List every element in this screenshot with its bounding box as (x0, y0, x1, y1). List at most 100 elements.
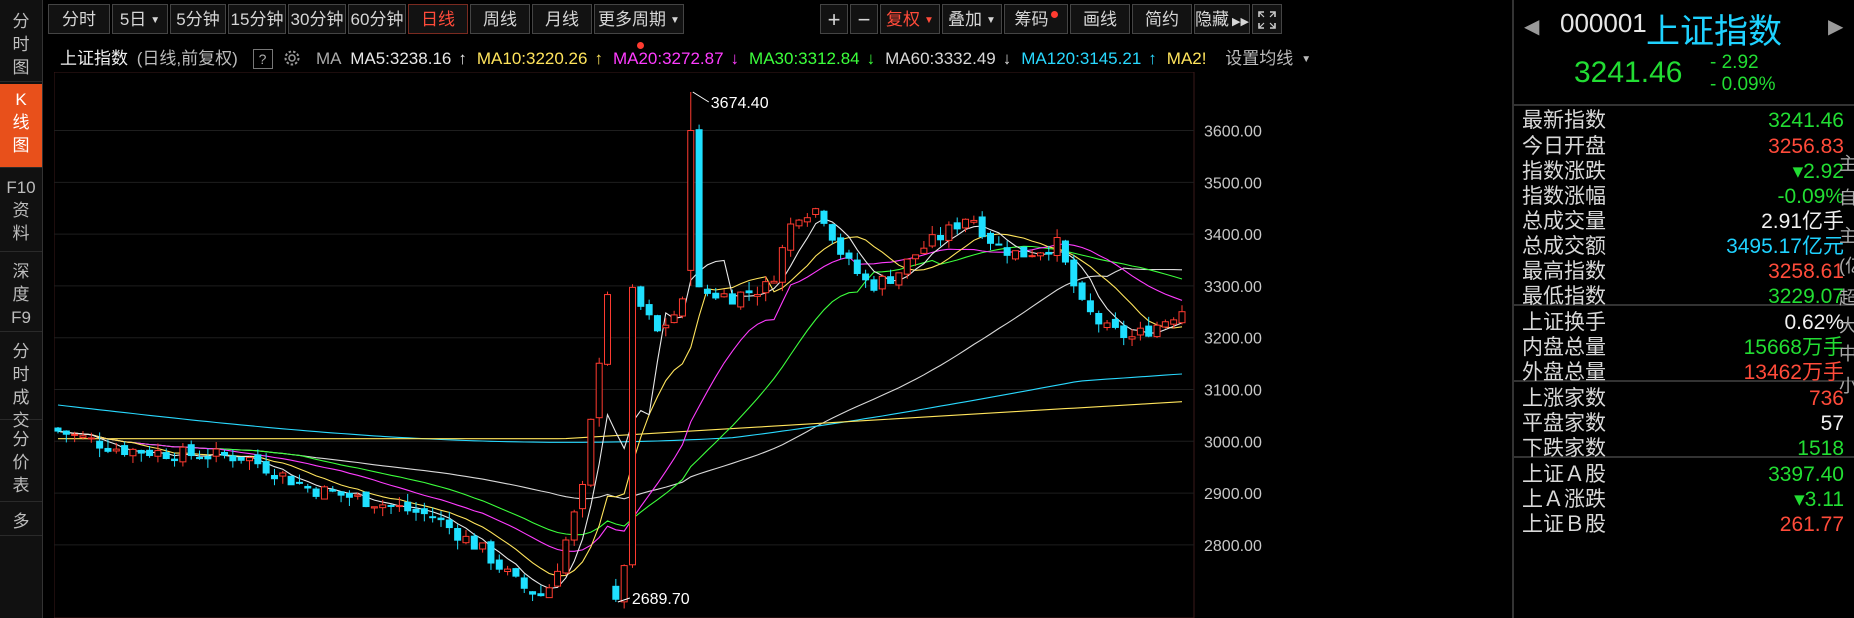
zoom-out-button[interactable]: − (850, 4, 878, 34)
triangle-right-icon[interactable]: ▶ (1828, 14, 1843, 39)
y-tick-label: 3400.00 (1204, 227, 1262, 244)
tab-5min[interactable]: 5分钟 (170, 4, 226, 34)
candle-body (129, 448, 137, 457)
candle-body (245, 457, 253, 462)
gear-icon[interactable] (283, 49, 301, 69)
candle-body (720, 293, 728, 298)
candle-body (745, 290, 753, 294)
ma-item-3: MA30:3312.84 ↓ (749, 49, 879, 69)
adjust-dropdown[interactable]: 复权 ▼ (880, 4, 940, 34)
candle-body (270, 475, 278, 480)
index-title: 上证指数 (1646, 13, 1782, 51)
candle-body (387, 504, 395, 507)
left-nav-char: 多 (12, 512, 30, 531)
tab-monthly[interactable]: 月线 (532, 4, 592, 34)
more-period-dropdown[interactable]: 更多周期 ▼ (594, 4, 684, 49)
tab-15min[interactable]: 15分钟 (228, 4, 286, 34)
candle-body (146, 449, 154, 457)
candle-body (96, 440, 104, 449)
edge-label: 主 (1839, 154, 1854, 174)
y-tick-label: 3000.00 (1204, 434, 1262, 451)
candle-body (812, 208, 820, 215)
left-nav-char: 资 (12, 201, 30, 220)
candle-body (653, 315, 661, 332)
y-tick-label: 2800.00 (1204, 538, 1262, 555)
candle-body (62, 430, 70, 435)
left-nav-char: 图 (12, 58, 30, 77)
candle-body (304, 485, 312, 489)
change-value: - 2.92 (1710, 52, 1759, 73)
candle-body (470, 535, 478, 550)
zoom-in-button[interactable]: + (820, 4, 848, 34)
candle-body (1128, 336, 1136, 340)
candle-body (703, 288, 711, 294)
fullscreen-button[interactable] (1252, 4, 1282, 34)
left-nav-item-5[interactable]: 分价表 (0, 424, 42, 502)
candle-body (970, 219, 978, 223)
candle-body (620, 565, 628, 603)
left-nav-item-6[interactable]: 多 (0, 506, 42, 536)
hide-button[interactable]: 隐藏 ▶▶ (1194, 4, 1250, 34)
triangle-left-icon[interactable]: ◀ (1524, 14, 1539, 39)
trend-arrow-icon: ↑ (1148, 49, 1157, 68)
candle-body (1061, 240, 1069, 263)
tab-weekly[interactable]: 周线 (470, 4, 530, 34)
y-tick-label: 2900.00 (1204, 486, 1262, 503)
candle-body (604, 294, 612, 365)
draw-line-button[interactable]: 画线 (1070, 4, 1130, 34)
tab-intraday[interactable]: 分时 (48, 4, 110, 34)
help-button[interactable]: ? (252, 49, 273, 69)
left-nav-item-2[interactable]: F10 资料 (0, 172, 42, 252)
left-nav-item-0[interactable]: 分时图 (0, 6, 42, 82)
tab-daily[interactable]: 日线 (408, 4, 468, 34)
ma-item-0: MA5:3238.16 ↑ (350, 49, 471, 69)
candle-body (312, 488, 320, 497)
candle-body (637, 286, 645, 307)
candle-body (362, 491, 370, 508)
candle-body (920, 247, 928, 254)
chevron-down-icon: ▼ (1301, 54, 1312, 66)
left-nav-char: 线 (12, 113, 30, 132)
simple-mode-button[interactable]: 简约 (1132, 4, 1192, 34)
ma-items: MA5:3238.16 ↑ MA10:3220.26 ↑ MA20:3272.87 ↓ MA… (350, 49, 1216, 69)
tab-five-day[interactable]: 5日 ▼ (112, 4, 168, 34)
left-nav-item-3[interactable]: 深度 F9 (0, 256, 42, 332)
kline-chart[interactable]: 3600.00 3500.00 3400.00 3300.00 3200.00 3100.… (54, 72, 1268, 618)
chips-button[interactable]: 筹码 (1004, 4, 1068, 34)
tab-60min[interactable]: 60分钟 (348, 4, 406, 34)
edge-label: 自 (1839, 188, 1854, 208)
candle-body (1086, 300, 1094, 313)
candle-body (1136, 327, 1144, 336)
ma-settings-button[interactable]: 设置均线 ▼ (1225, 44, 1315, 69)
left-nav-char: 深 (12, 262, 30, 281)
candle-body (1011, 250, 1019, 260)
edge-label: 小 (1839, 376, 1854, 396)
candle-body (662, 324, 670, 329)
left-nav-char: F9 (11, 308, 31, 327)
candle-body (1078, 282, 1086, 300)
candle-body (1178, 311, 1186, 324)
left-nav-item-4[interactable]: 分时成交 (0, 336, 42, 430)
candle-body (212, 448, 220, 457)
edge-label: 主 (1839, 226, 1854, 246)
candle-body (845, 252, 853, 259)
candle-body (545, 587, 553, 599)
candle-body (570, 511, 578, 541)
left-nav-char: 时 (12, 365, 30, 384)
candle-body (187, 444, 195, 457)
quote-row: 上证Ｂ股 261.77 (1522, 510, 1844, 540)
candle-body (462, 535, 470, 544)
candle-body (628, 286, 636, 566)
overlay-dropdown[interactable]: 叠加 ▼ (942, 4, 1002, 34)
candle-body (429, 516, 437, 519)
trend-arrow-icon: ↑ (594, 49, 603, 68)
candle-body (345, 492, 353, 498)
candle-body (987, 232, 995, 244)
candle-body (279, 472, 287, 477)
chevron-down-icon: ▼ (150, 14, 161, 26)
candle-body (1053, 236, 1061, 257)
tab-30min[interactable]: 30分钟 (288, 4, 346, 34)
left-nav-item-1[interactable]: K线图 (0, 84, 42, 168)
candle-body (112, 448, 120, 452)
ma-item-value: MA5:3238.16 (350, 49, 452, 68)
